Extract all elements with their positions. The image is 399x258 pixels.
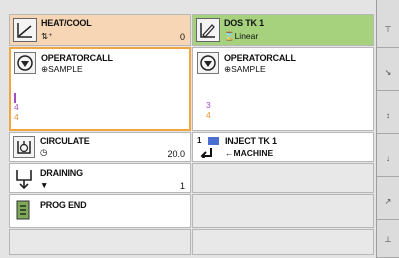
operator-call-icon bbox=[14, 52, 36, 74]
tank-number-badge: 1 bbox=[197, 136, 202, 145]
step-sub-label: SAMPLE bbox=[231, 64, 266, 74]
scroll-up-button[interactable]: ↕ bbox=[377, 98, 399, 134]
count-a: 4 bbox=[14, 102, 19, 112]
scroll-down-fast-button[interactable]: ↗ bbox=[377, 184, 399, 220]
dosing-icon bbox=[196, 18, 220, 42]
step-sub-label: SAMPLE bbox=[48, 64, 83, 74]
operator-call-icon bbox=[197, 52, 219, 74]
program-step-grid: HEAT/COOL ⇅⁺ 0 DOS TK 1 ⌛Linear OPERATOR… bbox=[0, 0, 399, 258]
count-b: 4 bbox=[206, 110, 211, 120]
step-title: INJECT TK 1 bbox=[225, 136, 277, 146]
count-b: 4 bbox=[14, 112, 19, 122]
step-sub: ⊕SAMPLE bbox=[41, 64, 83, 75]
scroll-bottom-button[interactable]: ⊥ bbox=[377, 222, 399, 258]
scroll-down-button[interactable]: ↓ bbox=[377, 141, 399, 177]
empty-slot[interactable] bbox=[192, 163, 374, 193]
step-heat-cool[interactable]: HEAT/COOL ⇅⁺ 0 bbox=[9, 14, 191, 46]
empty-slot[interactable] bbox=[192, 194, 374, 228]
heat-cool-ramp-icon bbox=[13, 18, 37, 42]
drain-icon bbox=[13, 167, 35, 189]
step-dos-tk[interactable]: DOS TK 1 ⌛Linear bbox=[192, 14, 374, 46]
scroll-top-button[interactable]: ⊤ bbox=[377, 12, 399, 48]
empty-slot[interactable] bbox=[9, 229, 191, 255]
step-value: 1 bbox=[179, 181, 185, 191]
step-operatorcall-left[interactable]: OPERATORCALL ⊕SAMPLE 4 4 bbox=[9, 47, 191, 131]
step-value: 20.0 bbox=[167, 149, 185, 159]
step-title: OPERATORCALL bbox=[41, 53, 113, 63]
step-draining[interactable]: DRAINING ▼ 1 bbox=[9, 163, 191, 193]
count-a: 3 bbox=[206, 100, 211, 110]
step-inject-tk[interactable]: 1 INJECT TK 1 ←MACHINE bbox=[192, 132, 374, 162]
step-title: HEAT/COOL bbox=[41, 18, 92, 28]
step-operatorcall-right[interactable]: OPERATORCALL ⊕SAMPLE 3 4 bbox=[192, 47, 374, 131]
step-circulate[interactable]: CIRCULATE ◷ 20.0 bbox=[9, 132, 191, 162]
clock-icon: ◷ bbox=[40, 147, 48, 157]
scroll-up-fast-button[interactable]: ↘ bbox=[377, 55, 399, 91]
step-title: CIRCULATE bbox=[40, 136, 90, 146]
step-title: PROG END bbox=[40, 200, 87, 210]
program-end-icon bbox=[15, 199, 31, 221]
step-sub: ←MACHINE bbox=[225, 148, 274, 158]
step-title: OPERATORCALL bbox=[224, 53, 296, 63]
inject-icon: 1 bbox=[197, 136, 220, 158]
step-sub: ⇅⁺ bbox=[41, 31, 53, 41]
empty-slot[interactable] bbox=[192, 229, 374, 255]
navigation-sidebar: ⊤ ↘ ↕ ↓ ↗ ⊥ bbox=[376, 0, 399, 258]
drain-level-icon: ▼ bbox=[40, 180, 49, 190]
step-prog-end[interactable]: PROG END bbox=[9, 194, 191, 228]
step-sub: ⊕SAMPLE bbox=[224, 64, 266, 75]
step-value: 0 bbox=[179, 32, 185, 42]
circulate-icon bbox=[13, 136, 35, 158]
step-title: DOS TK 1 bbox=[224, 18, 264, 28]
step-title: DRAINING bbox=[40, 168, 83, 178]
step-sub: ⌛Linear bbox=[224, 31, 259, 41]
